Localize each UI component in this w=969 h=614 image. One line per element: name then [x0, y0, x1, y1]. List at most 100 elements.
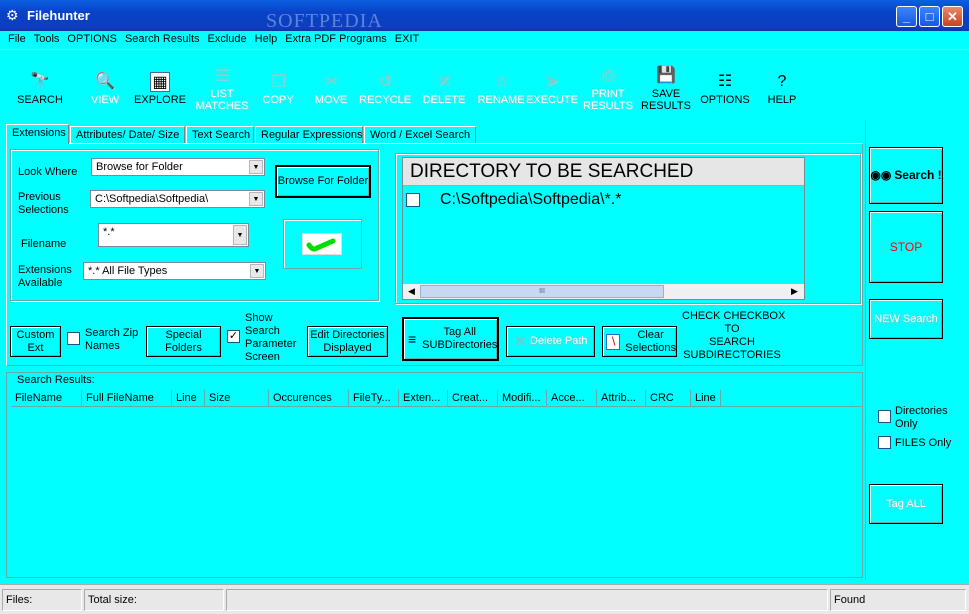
- tag-all-subdirectories-button[interactable]: ≡ Tag All SUBDirectories: [402, 317, 499, 361]
- menu-options[interactable]: OPTIONS: [63, 31, 121, 48]
- tag-all-right-label: Tag ALL: [886, 497, 926, 510]
- column-header[interactable]: Line: [172, 390, 205, 407]
- column-header[interactable]: Acce...: [547, 390, 597, 407]
- move-icon: ✂: [324, 73, 338, 90]
- edit-directories-label: Edit Directories Displayed: [310, 328, 385, 354]
- directory-include-subdirs-checkbox[interactable]: [406, 193, 420, 207]
- tab-attributes-date-size[interactable]: Attributes/ Date/ Size: [70, 126, 185, 144]
- column-header[interactable]: Full FileName: [82, 390, 172, 407]
- menu-file[interactable]: File: [0, 31, 30, 48]
- look-where-combo[interactable]: Browse for Folder ▼: [91, 158, 265, 176]
- toolbar-label: RENAME: [477, 94, 525, 106]
- menu-search-results[interactable]: Search Results: [121, 31, 204, 48]
- tag-all-label: Tag All SUBDirectories: [422, 326, 498, 351]
- toolbar-options-button[interactable]: ☷ OPTIONS: [693, 72, 757, 106]
- horizontal-scrollbar[interactable]: ◀ III ▶: [403, 284, 804, 299]
- chevron-down-icon[interactable]: ▼: [250, 264, 264, 278]
- extensions-available-label: Extensions Available: [18, 264, 72, 289]
- maximize-button[interactable]: □: [919, 6, 940, 27]
- browse-for-folder-button[interactable]: Browse For Folder: [275, 165, 371, 198]
- toolbar-help-button[interactable]: ? HELP: [750, 72, 814, 106]
- special-folders-button[interactable]: Special Folders: [146, 326, 221, 357]
- column-header[interactable]: Size: [205, 390, 269, 407]
- toolbar-save-results-button[interactable]: 💾 SAVE RESULTS: [634, 66, 698, 112]
- list-icon: ☰: [214, 67, 230, 84]
- tab-text-search[interactable]: Text Search: [186, 126, 254, 144]
- scroll-right-icon[interactable]: ▶: [787, 285, 802, 298]
- column-header[interactable]: Exten...: [399, 390, 448, 407]
- directory-list[interactable]: DIRECTORY TO BE SEARCHED C:\Softpedia\So…: [402, 157, 805, 300]
- delete-path-label: Delete Path: [530, 335, 588, 347]
- column-header[interactable]: Modifi...: [498, 390, 547, 407]
- show-search-param-checkbox[interactable]: ✓: [227, 330, 240, 343]
- custom-ext-button[interactable]: Custom Ext: [10, 326, 61, 357]
- column-header[interactable]: Creat...: [448, 390, 498, 407]
- clear-selections-button[interactable]: ∖ Clear Selections: [602, 326, 677, 357]
- toolbar-execute-button[interactable]: ➤ EXECUTE: [520, 72, 584, 106]
- toolbar-label: PRINT RESULTS: [583, 88, 633, 112]
- rename-star-icon: ☆: [493, 73, 509, 90]
- search-results-group: Search Results: FileName Full FileName Lin…: [6, 372, 863, 578]
- toolbar-label: MOVE: [314, 94, 348, 106]
- minimize-button[interactable]: _: [896, 6, 917, 27]
- toolbar-explore-button[interactable]: ▦ EXPLORE: [128, 72, 192, 106]
- tab-extensions[interactable]: Extensions: [6, 124, 69, 144]
- watermark: SOFTPEDIA: [266, 10, 383, 32]
- search-button[interactable]: ◉◉ Search !: [869, 147, 943, 204]
- edit-directories-button[interactable]: Edit Directories Displayed: [307, 326, 388, 357]
- directory-item[interactable]: C:\Softpedia\Softpedia\*.*: [440, 191, 621, 209]
- scroll-thumb[interactable]: III: [420, 285, 664, 298]
- menu-help[interactable]: Help: [251, 31, 282, 48]
- tab-word-excel-search[interactable]: Word / Excel Search: [364, 126, 476, 144]
- options-icon: ☷: [717, 73, 733, 90]
- column-header[interactable]: Occurences: [269, 390, 349, 407]
- previous-selections-combo[interactable]: C:\Softpedia\Softpedia\ ▼: [90, 190, 265, 208]
- column-header[interactable]: FileTy...: [349, 390, 399, 407]
- printer-icon: ⎙: [601, 67, 615, 84]
- binoculars-icon: ◉◉: [870, 168, 892, 182]
- files-only-checkbox[interactable]: [878, 436, 891, 449]
- menu-tools[interactable]: Tools: [30, 31, 64, 48]
- chevron-down-icon[interactable]: ▼: [233, 225, 247, 245]
- column-header[interactable]: Attrib...: [597, 390, 646, 407]
- floppy-icon: 💾: [656, 67, 676, 84]
- toolbar-label: EXECUTE: [526, 94, 578, 106]
- directories-only-checkbox[interactable]: [878, 410, 891, 423]
- new-search-button[interactable]: NEW Search: [869, 299, 943, 339]
- close-button[interactable]: ✕: [942, 6, 963, 27]
- menu-extra-pdf-programs[interactable]: Extra PDF Programs: [281, 31, 390, 48]
- delete-path-button[interactable]: ✕ Delete Path: [506, 326, 595, 357]
- results-table-header: FileName Full FileName Line Size Occurences F…: [11, 390, 862, 407]
- column-header[interactable]: CRC: [646, 390, 691, 407]
- menu-exclude[interactable]: Exclude: [204, 31, 251, 48]
- execute-icon: ➤: [545, 73, 559, 90]
- special-folders-label: Special Folders: [165, 328, 202, 354]
- column-header[interactable]: FileName: [11, 390, 82, 407]
- look-where-value: Browse for Folder: [96, 161, 183, 173]
- toolbar-label: LIST MATCHES: [195, 88, 249, 112]
- tag-all-button[interactable]: Tag ALL: [869, 484, 943, 524]
- directory-list-header: DIRECTORY TO BE SEARCHED: [403, 158, 804, 186]
- browse-for-folder-label: Browse For Folder: [277, 175, 369, 187]
- search-zip-checkbox[interactable]: [67, 332, 80, 345]
- extensions-combo[interactable]: *.* All File Types ▼: [83, 262, 266, 280]
- toolbar-list-matches-button[interactable]: ☰ LIST MATCHES: [190, 66, 254, 112]
- toolbar-recycle-button[interactable]: ↺ RECYCLE: [353, 72, 417, 106]
- stop-button[interactable]: STOP: [869, 211, 943, 283]
- chevron-down-icon[interactable]: ▼: [249, 192, 263, 206]
- toolbar-search-button[interactable]: 🔭 SEARCH: [8, 72, 72, 106]
- toolbar-print-results-button[interactable]: ⎙ PRINT RESULTS: [576, 66, 640, 112]
- toolbar-label: VIEW: [90, 94, 120, 106]
- help-icon: ?: [777, 73, 787, 90]
- toolbar-delete-button[interactable]: ✕ DELETE: [412, 72, 476, 106]
- scroll-left-icon[interactable]: ◀: [404, 285, 419, 298]
- tab-regular-expressions[interactable]: Regular Expressions: [255, 126, 363, 144]
- toolbar-label: SAVE RESULTS: [641, 88, 691, 112]
- column-header[interactable]: Line: [691, 390, 721, 407]
- filename-combo[interactable]: *.* ▼: [98, 223, 249, 247]
- menu-exit[interactable]: EXIT: [391, 31, 423, 48]
- subdirectories-hint: CHECK CHECKBOX TO SEARCH SUBDIRECTORIES: [682, 310, 786, 361]
- directories-only-label: Directories Only: [895, 405, 948, 430]
- chevron-down-icon[interactable]: ▼: [249, 160, 263, 174]
- custom-ext-label: Custom Ext: [16, 328, 55, 354]
